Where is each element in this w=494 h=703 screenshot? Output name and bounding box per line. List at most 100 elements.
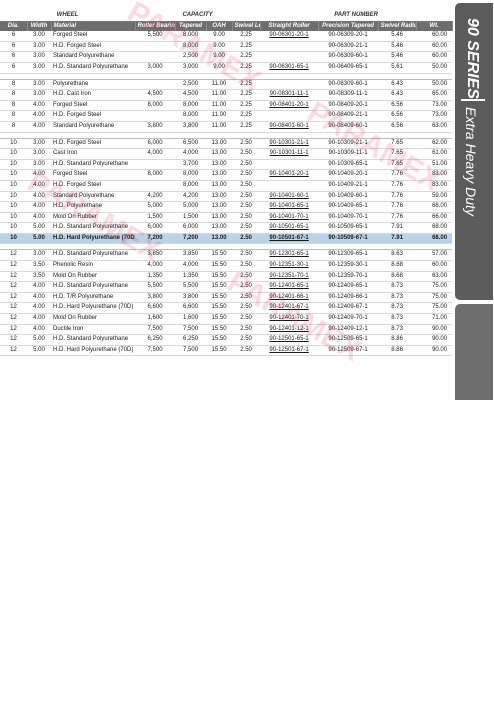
cell-swivel-radius: 5.46 <box>378 51 417 63</box>
cell-oah: 15.50 <box>206 334 233 346</box>
table-row: 10 4.00 Mold On Rubber 1,500 1,500 13.00 2.50 9… <box>0 212 453 224</box>
cell-width: 4.00 <box>27 191 51 203</box>
cell-roller-bearing <box>135 180 176 192</box>
cell-straight-roller: 90-08301-11-1 <box>260 89 319 101</box>
cell-straight-roller <box>260 110 319 122</box>
cell-swivel-radius: 6.56 <box>378 121 417 133</box>
cell-oah: 13.00 <box>206 191 233 203</box>
cell-precision-tapered: 90-08409-20-1 <box>318 100 379 112</box>
cell-swivel-lead: 2.50 <box>232 249 261 262</box>
cell-straight-roller: 90-08401-20-1 <box>260 100 319 112</box>
cell-material: Standard Polyurethane <box>51 121 136 133</box>
cell-swivel-radius: 8.63 <box>378 249 417 262</box>
cell-tapered: 8,000 <box>175 31 207 42</box>
cell-straight-roller <box>260 180 319 192</box>
cell-roller-bearing: 5,500 <box>135 31 176 42</box>
cell-precision-tapered: 90-08409-21-1 <box>318 110 379 122</box>
cell-dia: 12 <box>0 302 27 315</box>
section-sidebar: 90 SERIES Extra Heavy Duty CASTERS <box>453 0 494 703</box>
cell-oah: 13.00 <box>206 201 233 213</box>
cell-oah: 11.00 <box>206 100 233 112</box>
cell-width: 3.00 <box>27 138 51 150</box>
cell-width: 4.00 <box>27 121 51 133</box>
cell-dia: 6 <box>0 31 27 42</box>
cell-swivel-radius: 8.73 <box>378 313 417 325</box>
cell-material: H.D. Forged Steel <box>51 41 136 53</box>
cell-oah: 13.00 <box>206 169 233 181</box>
cell-wt: 65.00 <box>416 89 453 101</box>
cell-roller-bearing: 5,500 <box>135 281 176 293</box>
cell-wt: 68.00 <box>416 222 453 234</box>
cell-width: 4.00 <box>27 169 51 181</box>
cell-wt: 73.00 <box>416 110 453 122</box>
cell-roller-bearing: 8,000 <box>135 169 176 181</box>
cell-oah: 13.00 <box>206 159 233 171</box>
cell-straight-roller: 90-10401-60-1 <box>260 191 319 203</box>
cell-width: 3.00 <box>27 89 51 101</box>
cell-precision-tapered: 90-10309-21-1 <box>318 138 379 150</box>
col-wt: Wt. <box>416 21 453 32</box>
casters-label: CASTERS <box>464 622 483 703</box>
cell-oah: 13.00 <box>206 212 233 224</box>
cell-oah: 15.50 <box>206 271 233 283</box>
cell-material: H.D. Forged Steel <box>51 180 136 192</box>
cell-straight-roller: 90-12401-12-1 <box>260 324 319 336</box>
cell-swivel-radius: 8.73 <box>378 324 417 336</box>
cell-wt: 90.00 <box>416 334 453 346</box>
cell-straight-roller: 90-10401-65-1 <box>260 201 319 213</box>
cell-wt: 62.00 <box>416 138 453 150</box>
cell-width: 3.00 <box>27 31 51 42</box>
cell-swivel-radius: 7.91 <box>378 222 417 234</box>
cell-swivel-lead: 2.50 <box>232 159 261 171</box>
group-header-row: WHEEL CAPACITY PART NUMBER <box>0 11 453 22</box>
cell-dia: 10 <box>0 138 27 150</box>
table-row: 8 3.00 H.D. Cast Iron 4,500 4,500 11.00 2.25 90… <box>0 89 453 101</box>
cell-precision-tapered: 90-12509-65-1 <box>318 334 379 346</box>
cell-roller-bearing: 6,000 <box>135 138 176 150</box>
cell-precision-tapered: 90-12359-70-1 <box>318 271 379 283</box>
cell-wt: 68.00 <box>416 201 453 213</box>
cell-width: 5.00 <box>27 345 51 357</box>
cell-wt: 90.00 <box>416 324 453 336</box>
table-row: 12 5.00 H.D. Hard Polyurethane (70D) 7,500 7… <box>0 345 453 357</box>
cell-swivel-lead: 2.50 <box>232 292 261 304</box>
cell-oah: 11.00 <box>206 121 233 133</box>
table-row: 8 3.00 Polyurethane 2,500 11.00 2.25 90-08309-… <box>0 79 453 91</box>
table-row: 10 5.00 H.D. Hard Polyurethane (70D) 7,200 7… <box>0 233 453 245</box>
cell-oah: 15.50 <box>206 345 233 357</box>
table-row: 12 4.00 H.D. T/R Polyurethane 3,800 3,800 15.… <box>0 292 453 304</box>
cell-swivel-lead: 2.50 <box>232 271 261 283</box>
cell-precision-tapered: 90-08409-60-1 <box>318 121 379 133</box>
cell-tapered: 2,500 <box>175 51 207 63</box>
cell-swivel-radius: 5.46 <box>378 31 417 42</box>
cell-dia: 12 <box>0 271 27 283</box>
cell-wt: 83.00 <box>416 169 453 181</box>
cell-swivel-lead: 2.50 <box>232 191 261 203</box>
cell-wt: 71.00 <box>416 313 453 325</box>
cell-swivel-lead: 2.50 <box>232 212 261 224</box>
cell-dia: 8 <box>0 100 27 112</box>
cell-dia: 12 <box>0 292 27 304</box>
cell-wt: 60.00 <box>416 41 453 53</box>
cell-oah: 13.00 <box>206 233 233 245</box>
cell-oah: 11.00 <box>206 110 233 122</box>
table-row: 10 4.00 Standard Polyurethane 4,200 4,200 13.… <box>0 191 453 203</box>
cell-tapered: 4,500 <box>175 89 207 101</box>
cell-wt: 68.00 <box>416 233 453 245</box>
column-header-row: Dia. Width Material Roller Bearing Taper… <box>0 21 453 32</box>
cell-swivel-radius: 7.76 <box>378 169 417 181</box>
cell-dia: 12 <box>0 260 27 272</box>
cell-tapered: 3,800 <box>175 292 207 304</box>
cell-swivel-radius: 6.56 <box>378 100 417 112</box>
cell-material: H.D. Standard Polyurethane <box>51 159 136 171</box>
cell-straight-roller: 90-12401-66-1 <box>260 292 319 304</box>
cell-straight-roller <box>260 79 319 91</box>
cell-tapered: 7,500 <box>175 324 207 336</box>
table-row: 6 3.00 H.D. Forged Steel 8,000 9.00 2.25 90-06… <box>0 41 453 53</box>
cell-precision-tapered: 90-10309-65-1 <box>318 159 379 171</box>
cell-swivel-radius: 6.43 <box>378 79 417 91</box>
cell-tapered: 8,000 <box>175 180 207 192</box>
table-row: 10 4.00 H.D. Polyurethane 5,000 5,000 13.00 2.… <box>0 201 453 213</box>
cell-wt: 75.00 <box>416 292 453 304</box>
cell-material: H.D. Polyurethane <box>51 201 136 213</box>
